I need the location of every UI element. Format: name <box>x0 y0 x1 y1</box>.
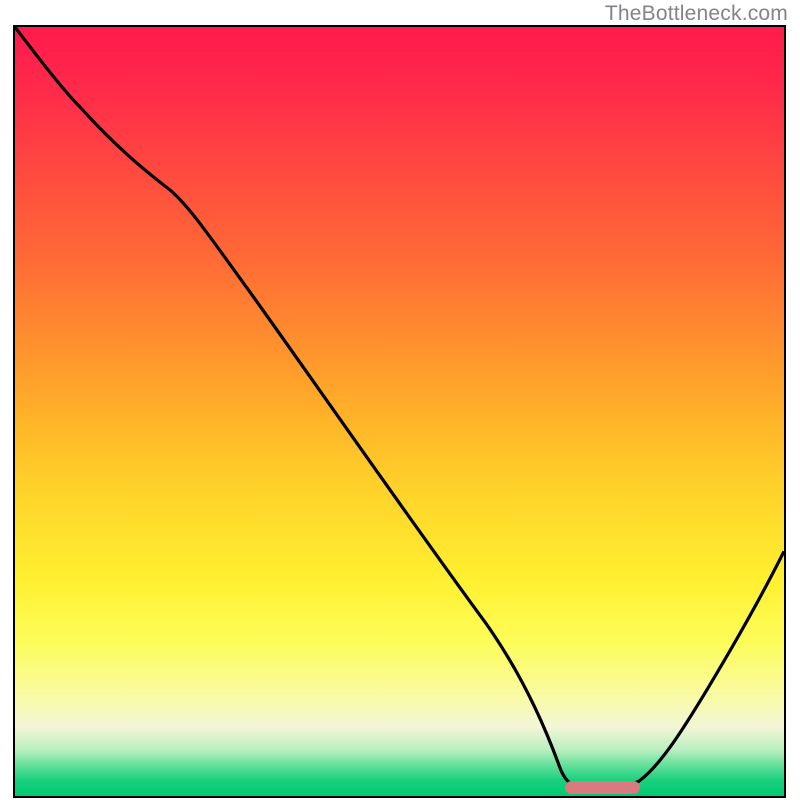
watermark-text: TheBottleneck.com <box>605 2 788 26</box>
optimal-range-marker <box>565 781 640 794</box>
gradient-background <box>15 27 784 796</box>
chart-frame <box>13 25 786 798</box>
